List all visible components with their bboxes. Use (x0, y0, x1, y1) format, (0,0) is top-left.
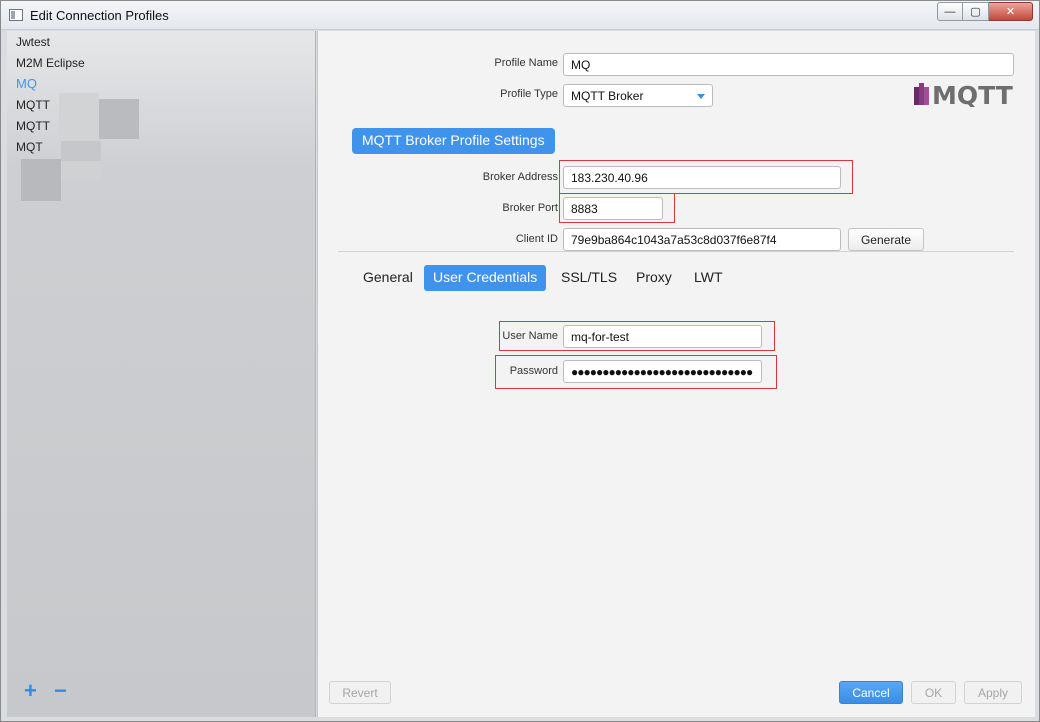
maximize-button[interactable]: ▢ (963, 2, 989, 21)
cancel-button[interactable]: Cancel (839, 681, 903, 704)
profiles-sidebar: Jwtest M2M Eclipse MQ MQTT MQTT MQT + − (7, 31, 316, 717)
password-highlight (495, 355, 777, 389)
title-bar[interactable]: Edit Connection Profiles — ▢ ✕ (1, 1, 1039, 30)
redaction-blur (59, 93, 99, 141)
sidebar-item-mq[interactable]: MQ (16, 76, 37, 91)
sidebar-item-jwtest[interactable]: Jwtest (16, 35, 50, 49)
broker-settings-header: MQTT Broker Profile Settings (352, 128, 555, 154)
broker-port-highlight (559, 193, 675, 223)
mqtt-logo-text: MQTT (932, 81, 1013, 107)
revert-button[interactable]: Revert (329, 681, 391, 704)
chevron-down-icon (697, 94, 705, 99)
profile-name-label: Profile Name (494, 57, 558, 69)
add-profile-button[interactable]: + (24, 680, 38, 702)
window-title: Edit Connection Profiles (30, 8, 169, 23)
close-button[interactable]: ✕ (989, 2, 1033, 21)
tab-ssl-tls[interactable]: SSL/TLS (552, 265, 626, 291)
broker-port-label: Broker Port (502, 202, 558, 214)
redaction-blur (61, 141, 101, 161)
sidebar-item-m2m-eclipse[interactable]: M2M Eclipse (16, 56, 85, 70)
profile-editor-panel: Profile Name Profile Type MQTT Broker MQ… (317, 31, 1035, 717)
generate-client-id-button[interactable]: Generate (848, 228, 924, 251)
sidebar-item-mqtt-2[interactable]: MQTT (16, 119, 50, 133)
broker-address-label: Broker Address (482, 171, 558, 183)
username-highlight (499, 321, 775, 351)
app-icon (9, 9, 23, 21)
sidebar-item-mqtt-1[interactable]: MQTT (16, 98, 50, 112)
settings-divider (338, 251, 1014, 252)
redaction-blur (61, 161, 101, 181)
profile-type-value: MQTT Broker (571, 89, 644, 103)
mqtt-logo: MQTT (914, 81, 1013, 107)
profile-name-input[interactable] (563, 53, 1014, 76)
client-id-label: Client ID (515, 233, 558, 245)
tab-user-credentials[interactable]: User Credentials (424, 265, 547, 291)
profile-type-label: Profile Type (500, 88, 558, 100)
tab-general[interactable]: General (354, 265, 422, 291)
edit-connection-profiles-window: Edit Connection Profiles — ▢ ✕ Jwtest M2… (0, 0, 1040, 722)
client-id-input[interactable] (563, 228, 841, 251)
redaction-blur (21, 159, 61, 201)
ok-button[interactable]: OK (911, 681, 956, 704)
tab-proxy[interactable]: Proxy (627, 265, 681, 291)
tab-lwt[interactable]: LWT (685, 265, 732, 291)
profile-type-select[interactable]: MQTT Broker (563, 84, 713, 107)
minimize-button[interactable]: — (937, 2, 963, 21)
apply-button[interactable]: Apply (964, 681, 1022, 704)
window-controls: — ▢ ✕ (937, 2, 1033, 21)
sidebar-item-mqt[interactable]: MQT (16, 140, 43, 154)
redaction-blur (99, 99, 139, 139)
remove-profile-button[interactable]: − (54, 680, 70, 702)
broker-address-highlight (559, 160, 853, 194)
